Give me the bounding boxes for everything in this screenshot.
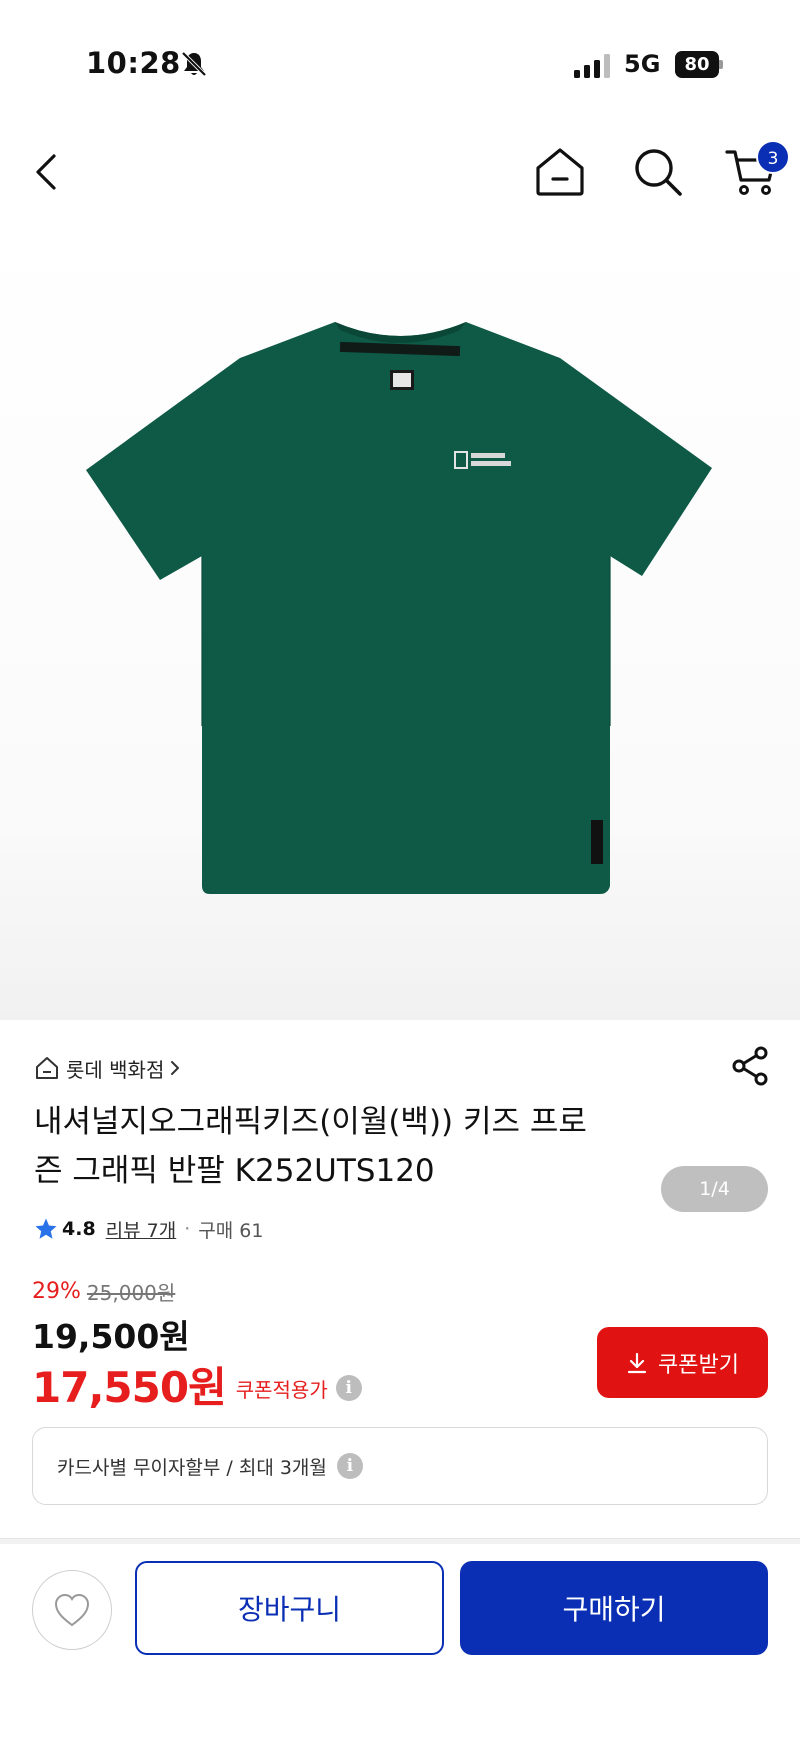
info-icon[interactable]: i: [336, 1453, 363, 1479]
battery-indicator: 80: [675, 51, 723, 78]
back-arrow-icon[interactable]: [30, 148, 66, 196]
review-link[interactable]: 리뷰 7개: [106, 1216, 177, 1243]
bell-slash-icon: [181, 51, 207, 77]
product-title-line: 내셔널지오그래픽키즈(이월(백)) 키즈 프로: [34, 1104, 587, 1140]
network-type: 5G: [624, 50, 661, 78]
wishlist-button[interactable]: [32, 1570, 112, 1650]
home-icon[interactable]: [532, 146, 588, 198]
status-time: 10:28: [86, 46, 181, 80]
store-home-icon: [36, 1057, 58, 1079]
product-title: 내셔널지오그래픽키즈(이월(백)) 키즈 프로 즌 그래픽 반팔 K252UTS…: [34, 1098, 714, 1196]
product-title-line: 즌 그래픽 반팔 K252UTS120: [34, 1153, 435, 1189]
product-image-gallery[interactable]: 1/4: [0, 226, 800, 1212]
cart-count-badge: 3: [756, 140, 790, 174]
buy-now-button[interactable]: 구매하기: [460, 1561, 768, 1655]
original-price: 25,000원: [86, 1281, 176, 1305]
installment-text: 카드사별 무이자할부 / 최대 3개월: [57, 1456, 327, 1479]
battery-level: 80: [675, 51, 719, 78]
chevron-right-icon: [171, 1061, 180, 1075]
battery-cap: [719, 60, 723, 69]
coupon-price-label: 쿠폰적용가: [235, 1378, 328, 1402]
discount-row: 29% 25,000원: [32, 1277, 175, 1306]
store-name: 롯데 백화점: [66, 1057, 165, 1082]
info-icon[interactable]: i: [335, 1374, 362, 1401]
heart-icon: [54, 1593, 90, 1627]
star-icon: [35, 1218, 57, 1239]
coupon-price-row: 17,550원 쿠폰적용가 i: [32, 1354, 362, 1415]
search-icon[interactable]: [632, 146, 684, 198]
get-coupon-label: 쿠폰받기: [658, 1352, 739, 1378]
purchase-count: 구매 61: [198, 1219, 264, 1242]
get-coupon-button[interactable]: 쿠폰받기: [597, 1327, 768, 1398]
add-to-cart-button[interactable]: 장바구니: [135, 1561, 444, 1655]
signal-icon: [574, 54, 610, 78]
store-link[interactable]: 롯데 백화점: [34, 1053, 182, 1083]
section-divider: [0, 1538, 800, 1544]
status-bar: 10:28 5G 80: [0, 0, 800, 130]
discount-rate: 29%: [32, 1279, 81, 1304]
installment-info[interactable]: 카드사별 무이자할부 / 최대 3개월 i: [32, 1427, 768, 1505]
coupon-price: 17,550원: [32, 1363, 227, 1412]
rating-row: 4.8 리뷰 7개 · 구매 61: [34, 1214, 263, 1244]
download-icon: [627, 1352, 647, 1373]
product-image: [0, 226, 800, 1020]
separator-dot: ·: [184, 1218, 191, 1240]
rating-value: 4.8: [62, 1218, 96, 1240]
sale-price: 19,500원: [32, 1317, 190, 1356]
share-icon[interactable]: [730, 1045, 770, 1087]
